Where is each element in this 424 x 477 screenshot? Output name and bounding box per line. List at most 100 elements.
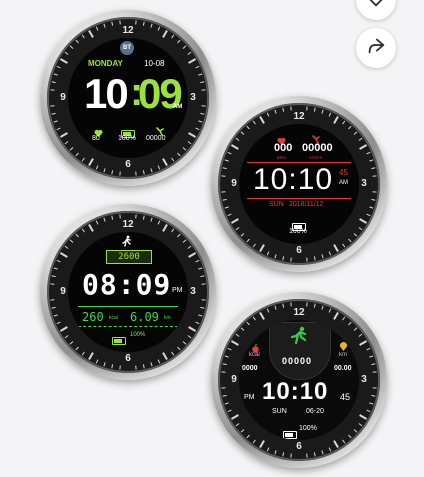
tick-mark bbox=[359, 414, 368, 420]
date-label: 2018/11/12 bbox=[289, 201, 324, 208]
dial-number-12: 12 bbox=[293, 111, 305, 122]
date-label: 06-20 bbox=[306, 408, 324, 415]
tick-mark bbox=[162, 158, 168, 167]
tick-mark bbox=[274, 450, 277, 455]
tick-mark bbox=[230, 414, 239, 420]
tick-mark bbox=[142, 21, 145, 26]
tick-mark bbox=[222, 167, 227, 170]
tick-mark bbox=[366, 151, 371, 155]
ampm-label: AM bbox=[173, 104, 183, 110]
time-value: 08:09 bbox=[82, 268, 172, 301]
tick-mark bbox=[195, 259, 200, 263]
tick-mark bbox=[230, 144, 239, 150]
tick-mark bbox=[51, 275, 56, 278]
tick-mark bbox=[56, 321, 61, 325]
tick-mark bbox=[88, 352, 94, 361]
watch-face-4[interactable]: 12 3 6 9 kcal km 0000 00000 00.00 PM 10:… bbox=[211, 292, 387, 468]
tick-mark bbox=[227, 213, 232, 217]
tick-mark bbox=[56, 259, 61, 263]
tick-mark bbox=[162, 29, 168, 38]
favorite-button[interactable] bbox=[356, 0, 396, 20]
tick-mark bbox=[81, 34, 85, 39]
tick-mark bbox=[333, 115, 339, 124]
tick-mark bbox=[53, 267, 58, 270]
tick-mark bbox=[177, 233, 181, 238]
dial-number-6: 6 bbox=[296, 245, 302, 256]
tick-mark bbox=[195, 321, 200, 325]
tick-mark bbox=[177, 346, 181, 351]
tick-mark bbox=[111, 21, 114, 26]
tick-mark bbox=[224, 355, 229, 358]
date-label: 10-08 bbox=[144, 59, 165, 68]
tick-mark bbox=[142, 215, 145, 220]
watch-face-3[interactable]: 12 3 6 9 2600 08:09 PM 260 kcal 6.09 km … bbox=[40, 204, 216, 380]
kcal-value: 0000 bbox=[242, 365, 258, 372]
tick-mark bbox=[188, 326, 197, 332]
tick-mark bbox=[69, 341, 74, 345]
tick-mark bbox=[111, 215, 114, 220]
share-button[interactable] bbox=[356, 28, 396, 68]
tick-mark bbox=[348, 125, 352, 130]
tick-mark bbox=[111, 170, 114, 175]
tick-mark bbox=[313, 256, 316, 261]
tick-mark bbox=[182, 341, 187, 345]
seconds-value: 45 bbox=[340, 392, 351, 402]
tick-mark bbox=[328, 308, 332, 313]
tick-mark bbox=[358, 227, 363, 231]
tick-mark bbox=[321, 109, 324, 114]
tick-mark bbox=[150, 168, 153, 173]
tick-mark bbox=[59, 132, 68, 138]
watch-face-2[interactable]: 12 3 6 9 000 00000 BPM STEPS 10:10 45 AM… bbox=[211, 96, 387, 272]
seconds-value: 45 bbox=[339, 168, 348, 177]
tick-mark bbox=[187, 51, 192, 55]
tick-mark bbox=[171, 157, 175, 162]
tick-mark bbox=[266, 112, 270, 117]
tick-mark bbox=[187, 141, 192, 145]
heart-outline-icon bbox=[365, 0, 387, 14]
tick-mark bbox=[342, 120, 346, 125]
tick-mark bbox=[198, 267, 203, 270]
divider-line bbox=[78, 306, 178, 307]
tick-mark bbox=[358, 137, 363, 141]
ampm-label: AM bbox=[339, 180, 348, 186]
tick-mark bbox=[235, 227, 240, 231]
tick-mark bbox=[75, 152, 79, 157]
share-icon bbox=[365, 35, 387, 62]
watch-face-1[interactable]: 12 3 6 9 BT MONDAY 10-08 10 : 09 AM 80 1… bbox=[40, 10, 216, 186]
tick-mark bbox=[274, 109, 277, 114]
tick-mark bbox=[150, 217, 153, 222]
tick-mark bbox=[371, 363, 376, 366]
tick-mark bbox=[240, 131, 245, 135]
tick-mark bbox=[182, 45, 187, 49]
tick-mark bbox=[95, 220, 99, 225]
battery-value: 100% bbox=[130, 332, 146, 338]
tick-mark bbox=[274, 254, 277, 259]
tick-mark bbox=[182, 239, 187, 243]
tick-mark bbox=[69, 239, 74, 243]
km-label: km bbox=[339, 352, 347, 358]
steps-box: 2600 bbox=[106, 250, 152, 264]
tick-mark bbox=[103, 362, 106, 367]
tick-mark bbox=[59, 252, 68, 258]
tick-mark bbox=[359, 340, 368, 346]
time-value: 10:10 bbox=[262, 378, 329, 405]
tick-mark bbox=[95, 165, 99, 170]
tick-mark bbox=[188, 58, 197, 64]
tick-mark bbox=[224, 206, 229, 209]
tick-mark bbox=[246, 238, 250, 243]
tick-mark bbox=[227, 151, 232, 155]
tick-mark bbox=[328, 251, 332, 256]
tick-mark bbox=[359, 218, 368, 224]
dial-number-12: 12 bbox=[122, 25, 134, 36]
tick-mark bbox=[246, 321, 250, 326]
tick-mark bbox=[252, 120, 256, 125]
tick-mark bbox=[222, 363, 227, 366]
tick-mark bbox=[88, 29, 94, 38]
tick-mark bbox=[150, 362, 153, 367]
steps-value: 00000 bbox=[302, 142, 333, 154]
hour-value: 10 bbox=[84, 70, 129, 117]
tick-mark bbox=[200, 81, 205, 84]
tick-mark bbox=[188, 252, 197, 258]
tick-mark bbox=[59, 58, 68, 64]
tick-mark bbox=[195, 127, 200, 131]
